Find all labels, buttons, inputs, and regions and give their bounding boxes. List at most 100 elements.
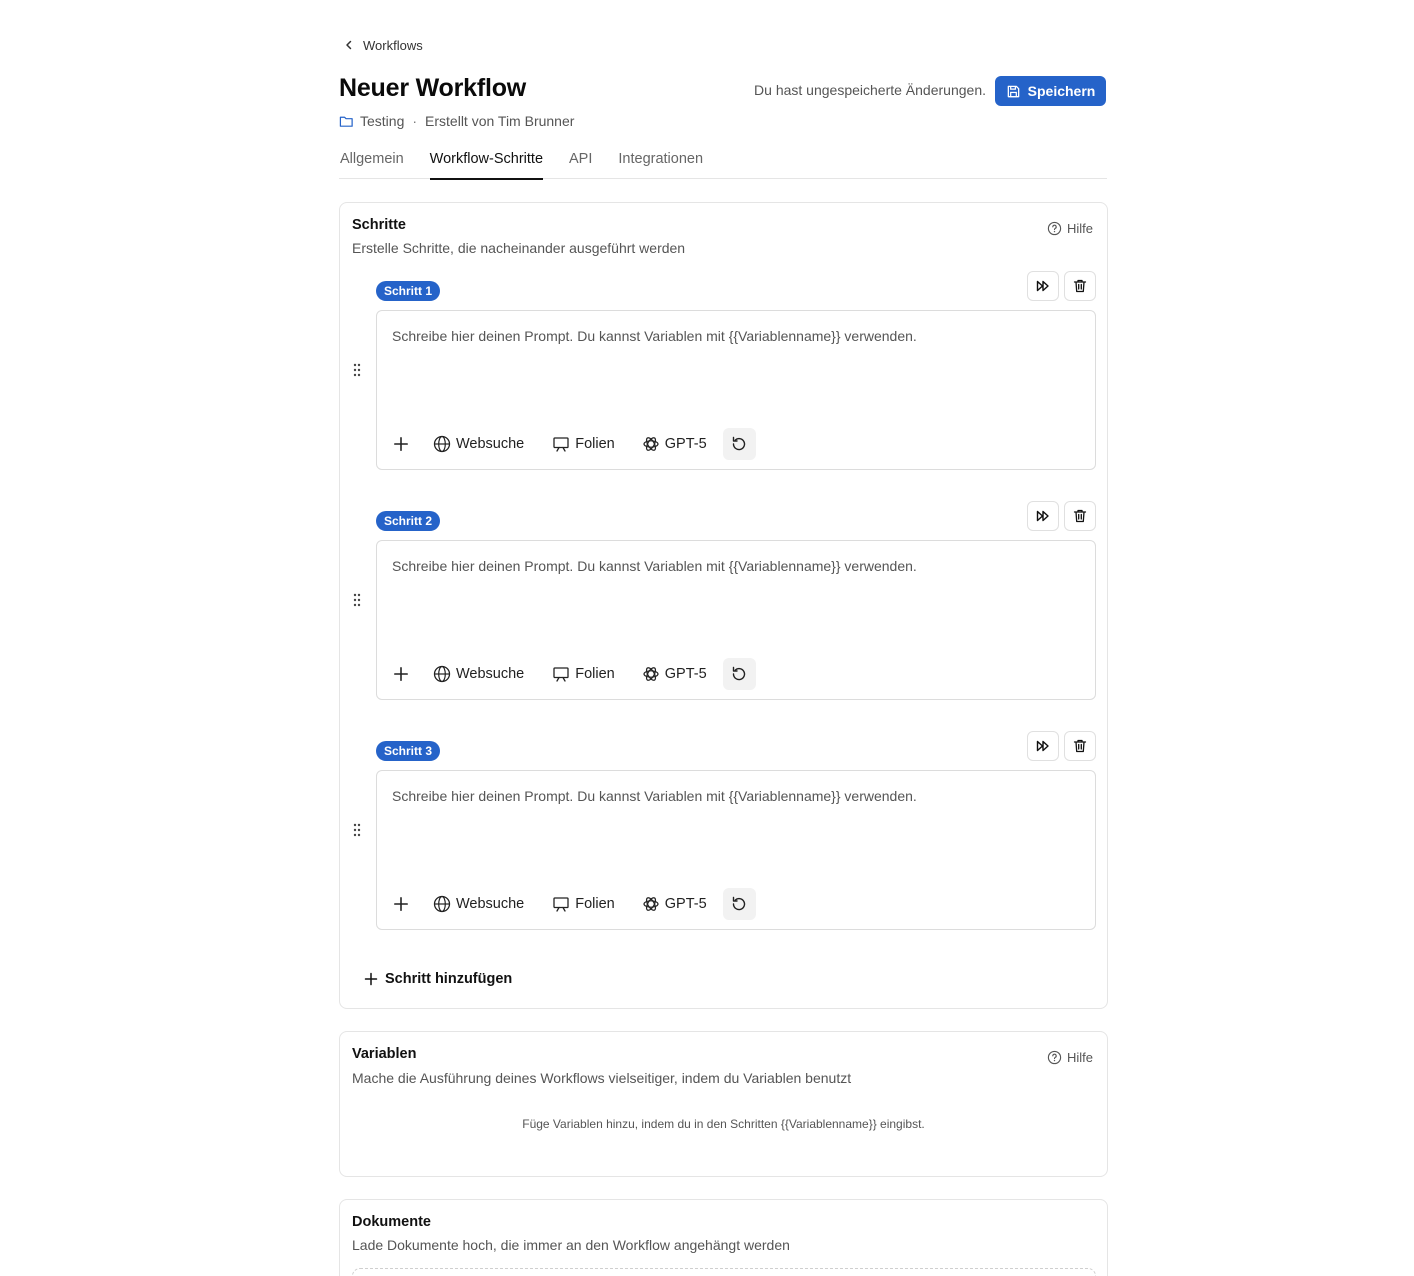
unsaved-changes-notice: Du hast ungespeicherte Änderungen. xyxy=(754,82,986,98)
fast-forward-icon xyxy=(1036,280,1049,292)
plus-icon xyxy=(394,437,408,451)
web-search-label: Websuche xyxy=(456,896,525,912)
folder-icon xyxy=(339,116,353,127)
prompt-box: Websuche Folien GPT-5 xyxy=(376,770,1096,930)
step-actions xyxy=(1027,271,1096,301)
slides-label: Folien xyxy=(575,436,615,452)
steps-subtitle: Erstelle Schritte, die nacheinander ausg… xyxy=(352,240,686,256)
created-by: Erstellt von Tim Brunner xyxy=(425,113,575,129)
step-badge: Schritt 3 xyxy=(376,741,441,761)
globe-icon xyxy=(433,435,451,453)
web-search-toggle[interactable]: Websuche xyxy=(433,658,524,690)
prompt-toolbar: Websuche Folien GPT-5 xyxy=(390,658,756,690)
slides-toggle[interactable]: Folien xyxy=(552,888,615,920)
web-search-label: Websuche xyxy=(456,666,525,682)
step-actions xyxy=(1027,501,1096,531)
globe-icon xyxy=(433,895,451,913)
trash-icon xyxy=(1073,509,1087,523)
step-2: Schritt 2 Websuche xyxy=(340,501,1109,701)
delete-step-button[interactable] xyxy=(1064,731,1096,761)
workflow-meta: Testing · Erstellt von Tim Brunner xyxy=(339,112,574,130)
delete-step-button[interactable] xyxy=(1064,271,1096,301)
slides-label: Folien xyxy=(575,666,615,682)
trash-icon xyxy=(1073,279,1087,293)
tab-workflow-schritte[interactable]: Workflow-Schritte xyxy=(429,150,544,180)
documents-title: Dokumente xyxy=(352,1214,431,1230)
run-from-step-button[interactable] xyxy=(1027,731,1059,761)
fast-forward-icon xyxy=(1036,510,1049,522)
save-button[interactable]: Speichern xyxy=(995,76,1106,106)
reset-button[interactable] xyxy=(722,658,756,690)
plus-icon xyxy=(394,667,408,681)
presentation-icon xyxy=(553,437,569,452)
help-circle-icon xyxy=(1047,221,1062,236)
add-attachment-button[interactable] xyxy=(390,888,412,920)
add-attachment-button[interactable] xyxy=(390,428,412,460)
rotate-ccw-icon xyxy=(732,896,746,911)
prompt-input[interactable] xyxy=(392,558,1082,574)
documents-card: Dokumente Lade Dokumente hoch, die immer… xyxy=(339,1199,1108,1276)
slides-label: Folien xyxy=(575,896,615,912)
tab-api[interactable]: API xyxy=(569,150,592,179)
presentation-icon xyxy=(553,667,569,682)
model-selector[interactable]: GPT-5 xyxy=(642,428,707,460)
meta-separator: · xyxy=(412,113,418,129)
help-circle-icon xyxy=(1047,1050,1062,1065)
openai-icon xyxy=(643,437,659,451)
documents-subtitle: Lade Dokumente hoch, die immer an den Wo… xyxy=(352,1237,790,1253)
slides-toggle[interactable]: Folien xyxy=(552,658,615,690)
model-label: GPT-5 xyxy=(664,666,707,682)
variables-card: Variablen Mache die Ausführung deines Wo… xyxy=(339,1031,1108,1177)
drag-handle-icon[interactable] xyxy=(352,593,362,607)
step-3: Schritt 3 Websuche xyxy=(340,731,1109,931)
help-label: Hilfe xyxy=(1066,1050,1093,1065)
back-to-workflows-link[interactable]: Workflows xyxy=(343,36,423,54)
tab-integrationen[interactable]: Integrationen xyxy=(618,150,703,179)
delete-step-button[interactable] xyxy=(1064,501,1096,531)
drag-handle-icon[interactable] xyxy=(352,363,362,377)
add-attachment-button[interactable] xyxy=(390,658,412,690)
drag-handle-icon[interactable] xyxy=(352,823,362,837)
run-from-step-button[interactable] xyxy=(1027,501,1059,531)
web-search-toggle[interactable]: Websuche xyxy=(433,888,524,920)
model-label: GPT-5 xyxy=(664,436,707,452)
tab-bar: Allgemein Workflow-Schritte API Integrat… xyxy=(339,150,1107,180)
prompt-toolbar: Websuche Folien GPT-5 xyxy=(390,428,756,460)
steps-help-button[interactable]: Hilfe xyxy=(1047,221,1093,236)
openai-icon xyxy=(643,667,659,681)
variables-empty-hint: Füge Variablen hinzu, indem du in den Sc… xyxy=(522,1117,925,1131)
web-search-label: Websuche xyxy=(456,436,525,452)
step-actions xyxy=(1027,731,1096,761)
globe-icon xyxy=(433,665,451,683)
trash-icon xyxy=(1073,739,1087,753)
prompt-input[interactable] xyxy=(392,788,1082,804)
presentation-icon xyxy=(553,897,569,912)
rotate-ccw-icon xyxy=(732,436,746,451)
add-step-button[interactable]: Schritt hinzufügen xyxy=(364,971,512,987)
model-label: GPT-5 xyxy=(664,896,707,912)
back-link-label: Workflows xyxy=(363,37,423,53)
reset-button[interactable] xyxy=(722,888,756,920)
prompt-input[interactable] xyxy=(392,328,1082,344)
plus-icon xyxy=(394,897,408,911)
step-badge: Schritt 1 xyxy=(376,281,441,301)
web-search-toggle[interactable]: Websuche xyxy=(433,428,524,460)
help-label: Hilfe xyxy=(1066,221,1093,236)
prompt-toolbar: Websuche Folien GPT-5 xyxy=(390,888,756,920)
model-selector[interactable]: GPT-5 xyxy=(642,888,707,920)
tab-allgemein[interactable]: Allgemein xyxy=(340,150,404,179)
chevron-left-icon xyxy=(346,40,352,50)
save-button-label: Speichern xyxy=(1027,83,1096,99)
variables-title: Variablen xyxy=(352,1046,417,1062)
run-from-step-button[interactable] xyxy=(1027,271,1059,301)
model-selector[interactable]: GPT-5 xyxy=(642,658,707,690)
page-title: Neuer Workflow xyxy=(339,74,527,102)
folder-name[interactable]: Testing xyxy=(360,113,404,129)
steps-title: Schritte xyxy=(352,217,406,233)
fast-forward-icon xyxy=(1036,740,1049,752)
slides-toggle[interactable]: Folien xyxy=(552,428,615,460)
reset-button[interactable] xyxy=(722,428,756,460)
variables-help-button[interactable]: Hilfe xyxy=(1047,1050,1093,1065)
document-dropzone[interactable] xyxy=(352,1268,1096,1276)
step-1: Schritt 1 Websuche xyxy=(340,271,1109,471)
